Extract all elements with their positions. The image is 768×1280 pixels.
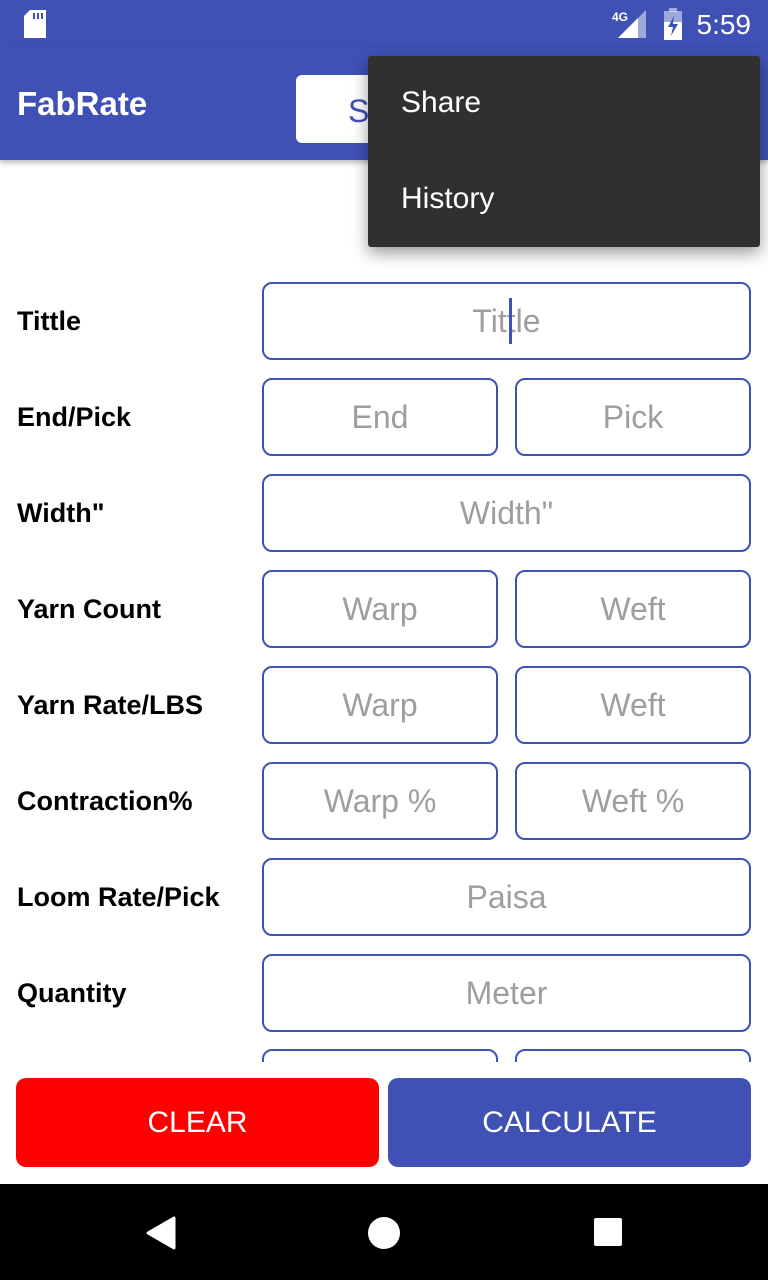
partial-form-row <box>0 1049 768 1062</box>
input-field[interactable]: Paisa <box>262 858 751 936</box>
form-row: Yarn Rate/LBS Warp Weft <box>0 666 768 744</box>
field-label: Loom Rate/Pick <box>17 882 220 912</box>
input-field[interactable]: Warp <box>262 570 498 648</box>
input-field[interactable]: Meter <box>262 954 751 1032</box>
field-label: Yarn Rate/LBS <box>17 690 204 720</box>
back-icon[interactable] <box>144 1216 176 1250</box>
input-field[interactable]: Warp % <box>262 762 498 840</box>
text-cursor <box>509 298 512 344</box>
recents-icon[interactable] <box>593 1217 623 1247</box>
status-bar: 4G 5:59 <box>0 0 768 48</box>
overflow-menu: Share History <box>368 56 760 247</box>
input-field[interactable]: Tittle <box>262 282 751 360</box>
input-field[interactable] <box>515 1049 751 1062</box>
clear-button[interactable]: CLEAR <box>16 1078 379 1167</box>
field-label: End/Pick <box>17 402 132 432</box>
field-label: Tittle <box>17 306 82 336</box>
input-field[interactable]: Weft % <box>515 762 751 840</box>
form-row: Tittle Tittle <box>0 282 768 360</box>
input-field[interactable]: Warp <box>262 666 498 744</box>
app-title: FabRate <box>17 85 148 122</box>
navigation-bar <box>0 1184 768 1280</box>
sd-card-icon <box>24 10 46 38</box>
input-field[interactable]: Pick <box>515 378 751 456</box>
input-field[interactable]: End <box>262 378 498 456</box>
form-row: Loom Rate/Pick Paisa <box>0 858 768 936</box>
home-icon[interactable] <box>367 1216 401 1250</box>
field-label: Width" <box>17 498 105 528</box>
form-row: End/Pick End Pick <box>0 378 768 456</box>
signal-icon <box>618 10 646 38</box>
field-label: Contraction% <box>17 786 193 816</box>
field-label: Quantity <box>17 978 127 1008</box>
form-row: Contraction% Warp % Weft % <box>0 762 768 840</box>
clock: 5:59 <box>696 9 752 40</box>
menu-item-share[interactable]: Share <box>368 56 760 152</box>
input-field[interactable]: Width" <box>262 474 751 552</box>
form-row: Yarn Count Warp Weft <box>0 570 768 648</box>
input-field[interactable]: Weft <box>515 666 751 744</box>
input-field[interactable] <box>262 1049 498 1062</box>
field-label: Yarn Count <box>17 594 162 624</box>
battery-charging-icon <box>664 8 682 40</box>
form-row: Width" Width" <box>0 474 768 552</box>
form-row: Quantity Meter <box>0 954 768 1032</box>
calculate-button[interactable]: CALCULATE <box>388 1078 751 1167</box>
menu-item-history[interactable]: History <box>368 152 760 248</box>
input-field[interactable]: Weft <box>515 570 751 648</box>
